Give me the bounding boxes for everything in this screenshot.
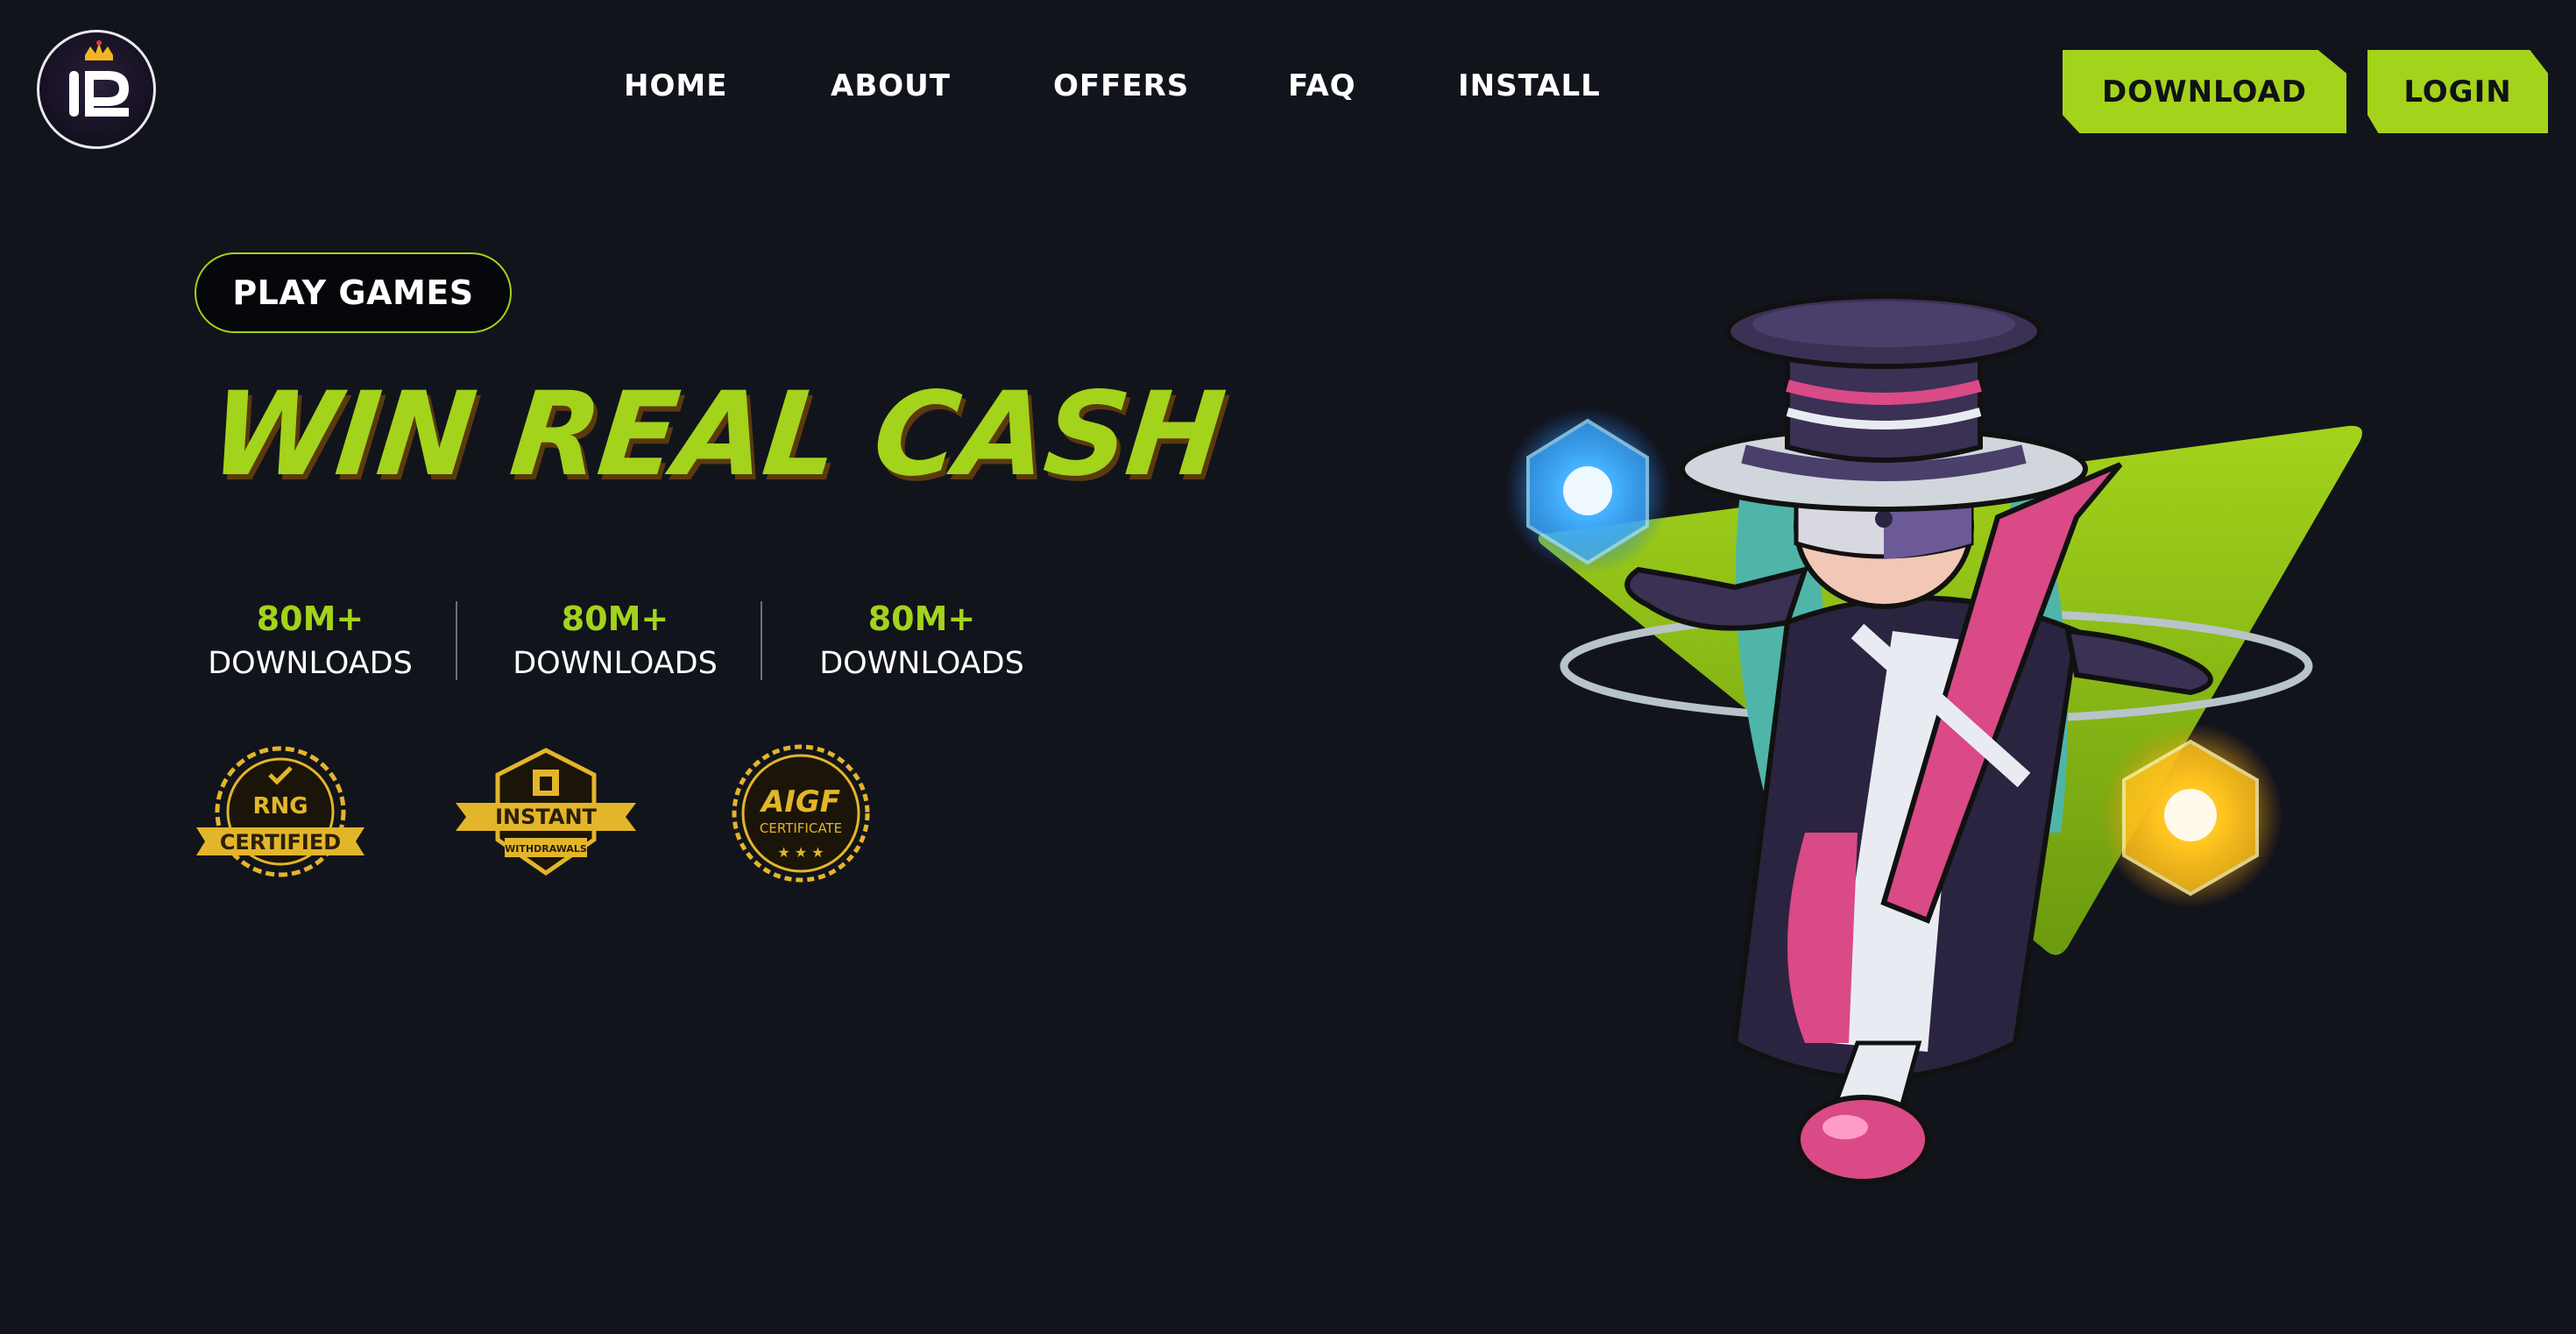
nav-faq[interactable]: FAQ xyxy=(1288,68,1356,103)
svg-text:WITHDRAWALS: WITHDRAWALS xyxy=(505,843,587,855)
stat-divider xyxy=(761,601,762,680)
hero-headline: WIN REAL CASH xyxy=(203,367,1229,502)
stat-value: 80M+ xyxy=(561,600,669,638)
svg-text:CERTIFIED: CERTIFIED xyxy=(220,830,341,855)
nav-install[interactable]: INSTALL xyxy=(1458,68,1601,103)
nav-offers[interactable]: OFFERS xyxy=(1053,68,1189,103)
nav-about[interactable]: ABOUT xyxy=(831,68,951,103)
aigf-certificate-badge-icon: AIGF CERTIFICATE ★ ★ ★ xyxy=(731,743,871,887)
rng-certified-badge-icon: RNG CERTIFIED xyxy=(193,743,368,887)
magician-character-illustration xyxy=(1472,254,2401,1218)
svg-text:AIGF: AIGF xyxy=(759,784,840,820)
instant-withdrawals-badge-icon: INSTANT WITHDRAWALS xyxy=(454,743,638,887)
svg-text:INSTANT: INSTANT xyxy=(495,805,597,829)
stat-item: 80M+ DOWNLOADS xyxy=(790,596,1053,685)
play-games-pill[interactable]: PLAY GAMES xyxy=(195,252,512,333)
stat-value: 80M+ xyxy=(256,600,364,638)
stat-value: 80M+ xyxy=(867,600,976,638)
svg-text:CERTIFICATE: CERTIFICATE xyxy=(760,820,842,836)
stat-divider xyxy=(456,601,457,680)
stat-label: DOWNLOADS xyxy=(513,646,718,681)
download-button[interactable]: DOWNLOAD xyxy=(2063,50,2346,133)
stat-label: DOWNLOADS xyxy=(208,646,413,681)
nav-home[interactable]: HOME xyxy=(624,68,727,103)
login-button[interactable]: LOGIN xyxy=(2367,50,2548,133)
svg-text:★ ★ ★: ★ ★ ★ xyxy=(777,844,824,861)
stat-label: DOWNLOADS xyxy=(819,646,1024,681)
stat-item: 80M+ DOWNLOADS xyxy=(179,596,442,685)
stat-item: 80M+ DOWNLOADS xyxy=(484,596,747,685)
svg-text:RNG: RNG xyxy=(252,793,308,820)
